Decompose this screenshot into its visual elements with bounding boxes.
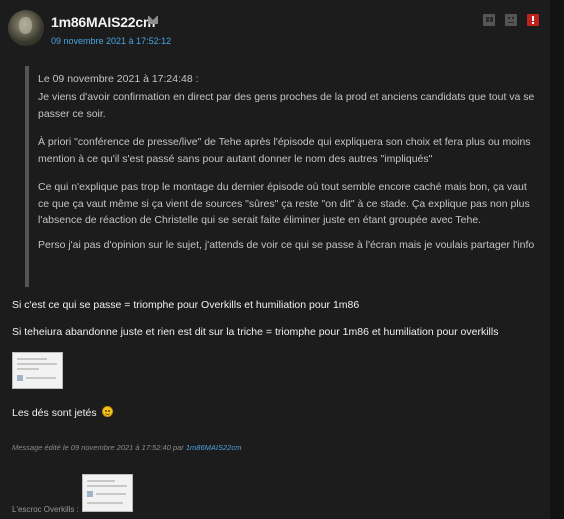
quote-paragraph: Je viens d'avoir confirmation en direct … xyxy=(38,91,535,120)
forum-post: 1m86MAIS22cm 09 novembre 2021 à 17:52:12… xyxy=(0,0,564,519)
signature-image[interactable] xyxy=(82,474,133,512)
mail-icon[interactable] xyxy=(148,16,158,24)
post-text-line: Les dés sont jetés xyxy=(12,406,113,419)
post-text-line: Si teheiura abandonne juste et rien est … xyxy=(12,326,499,338)
avatar[interactable] xyxy=(8,10,44,46)
quote-icon[interactable] xyxy=(483,14,495,26)
edit-notice-text: Message édité le 09 novembre 2021 à 17:5… xyxy=(12,443,184,452)
post-header: 1m86MAIS22cm 09 novembre 2021 à 17:52:12 xyxy=(0,0,550,56)
image-thumbnail[interactable] xyxy=(12,352,63,389)
post-text: Les dés sont jetés xyxy=(12,407,97,419)
post-text-line: Si c'est ce qui se passe = triomphe pour… xyxy=(12,299,360,311)
smiley-face-icon[interactable] xyxy=(505,14,517,26)
smiley-emoji-icon xyxy=(101,406,113,417)
post-date[interactable]: 09 novembre 2021 à 17:52:12 xyxy=(51,36,171,46)
author-name[interactable]: 1m86MAIS22cm xyxy=(51,14,155,30)
quote-paragraph: Ce qui n'explique pas trop le montage du… xyxy=(38,181,530,226)
quote-meta: Le 09 novembre 2021 à 17:24:48 : xyxy=(38,73,199,85)
scrollbar-track[interactable] xyxy=(550,0,564,519)
edit-notice: Message édité le 09 novembre 2021 à 17:5… xyxy=(12,443,241,452)
edit-author-link[interactable]: 1m86MAIS22cm xyxy=(186,443,241,452)
signature-label: L'escroc Overkills : xyxy=(12,505,79,514)
blockquote: Le 09 novembre 2021 à 17:24:48 : Je vien… xyxy=(25,66,535,287)
quote-paragraph: À priori "conférence de presse/live" de … xyxy=(38,136,531,165)
quote-paragraph: Perso j'ai pas d'opinion sur le sujet, j… xyxy=(38,239,535,251)
alert-icon[interactable] xyxy=(527,14,539,26)
